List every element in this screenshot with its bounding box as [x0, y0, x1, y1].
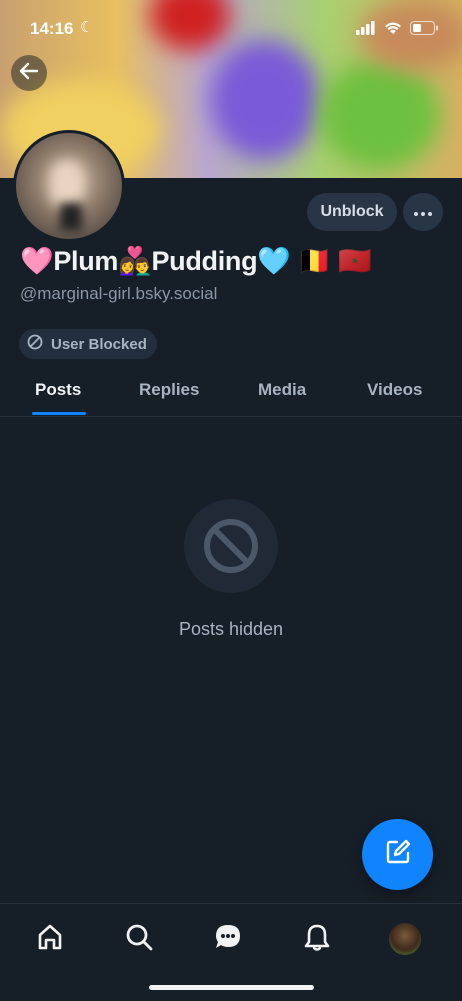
back-button[interactable] [11, 55, 47, 91]
wifi-icon [384, 20, 402, 40]
chat-icon [213, 922, 243, 957]
tab-videos[interactable]: Videos [367, 380, 422, 400]
display-name: 🩷Plum👩‍❤️‍👨Pudding🩵 🇧🇪 🇲🇦 [20, 246, 372, 276]
battery-icon [410, 20, 438, 40]
profile-tabs: Posts Replies Media Videos [0, 360, 462, 417]
posts-hidden-icon [184, 499, 278, 593]
posts-hidden-text: Posts hidden [178, 619, 284, 639]
nav-profile-button[interactable] [387, 921, 423, 957]
tab-media[interactable]: Media [258, 380, 306, 400]
active-tab-indicator [32, 412, 86, 415]
tab-replies[interactable]: Replies [139, 380, 199, 400]
bell-icon [302, 922, 332, 957]
home-indicator[interactable] [149, 985, 314, 990]
back-arrow-icon [18, 60, 40, 87]
search-icon [124, 922, 154, 957]
nav-chat-button[interactable] [210, 921, 246, 957]
nav-search-button[interactable] [121, 921, 157, 957]
user-blocked-badge: User Blocked [19, 329, 157, 359]
tab-posts[interactable]: Posts [35, 380, 81, 400]
ban-icon [27, 334, 43, 354]
unblock-button[interactable]: Unblock [307, 193, 397, 231]
status-time: 14:16 [30, 19, 74, 38]
signal-icon [356, 20, 376, 40]
compose-button[interactable] [362, 819, 433, 890]
compose-icon [383, 837, 413, 872]
more-options-button[interactable] [403, 193, 443, 231]
profile-avatar[interactable] [13, 130, 125, 242]
nav-home-button[interactable] [32, 921, 68, 957]
user-blocked-label: User Blocked [51, 335, 147, 353]
moon-icon: ☾ [80, 19, 94, 36]
profile-handle: @marginal-girl.bsky.social [20, 284, 218, 303]
status-bar: 14:16 ☾ [0, 0, 462, 58]
nav-notifications-button[interactable] [299, 921, 335, 957]
home-icon [35, 922, 65, 957]
profile-avatar-small [389, 923, 421, 955]
more-options-icon [414, 203, 432, 221]
